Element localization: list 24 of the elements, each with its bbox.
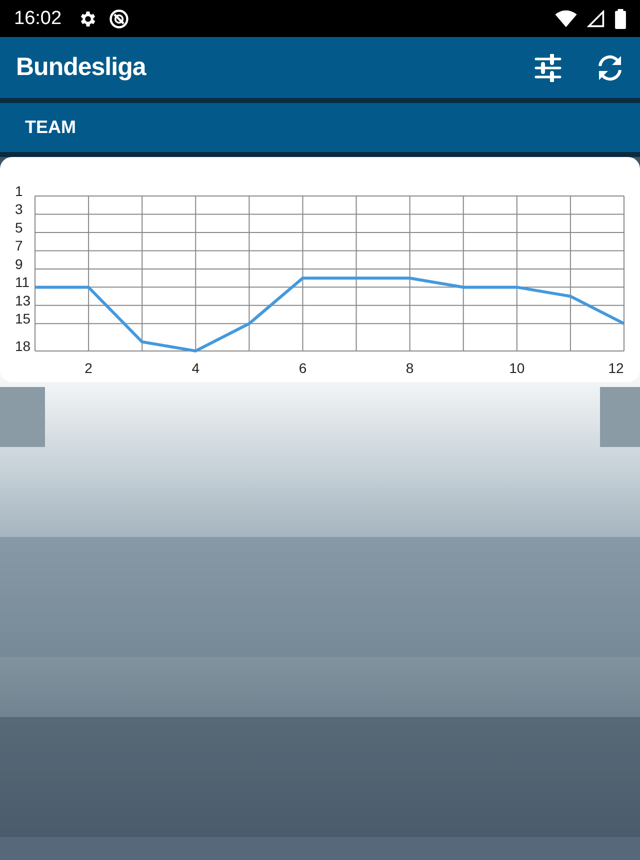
section-title: TEAM — [25, 117, 76, 138]
x-tick-label: 8 — [406, 360, 414, 376]
y-tick-label: 18 — [15, 338, 31, 354]
y-tick-label: 11 — [15, 274, 30, 290]
signal-icon — [587, 10, 605, 28]
x-tick-label: 6 — [298, 360, 307, 376]
wifi-icon — [555, 10, 577, 28]
x-tick-label: 10 — [509, 360, 525, 376]
y-tick-label: 9 — [15, 256, 23, 272]
x-tick-label: 12 — [608, 360, 624, 376]
status-time: 16:02 — [14, 8, 62, 30]
refresh-icon[interactable] — [596, 54, 624, 82]
y-tick-label: 1 — [15, 183, 23, 199]
y-tick-label: 3 — [15, 201, 23, 218]
app-title: Bundesliga — [16, 53, 146, 82]
battery-icon — [615, 8, 626, 28]
y-tick-label: 7 — [15, 238, 23, 254]
sliders-icon[interactable] — [534, 54, 562, 82]
y-tick-label: 15 — [15, 310, 31, 327]
y-tick-label: 13 — [15, 292, 31, 308]
x-tick-label: 2 — [84, 360, 92, 376]
circle-slash-icon — [108, 8, 130, 30]
y-tick-label: 5 — [15, 219, 23, 236]
x-tick-label: 4 — [192, 360, 200, 376]
